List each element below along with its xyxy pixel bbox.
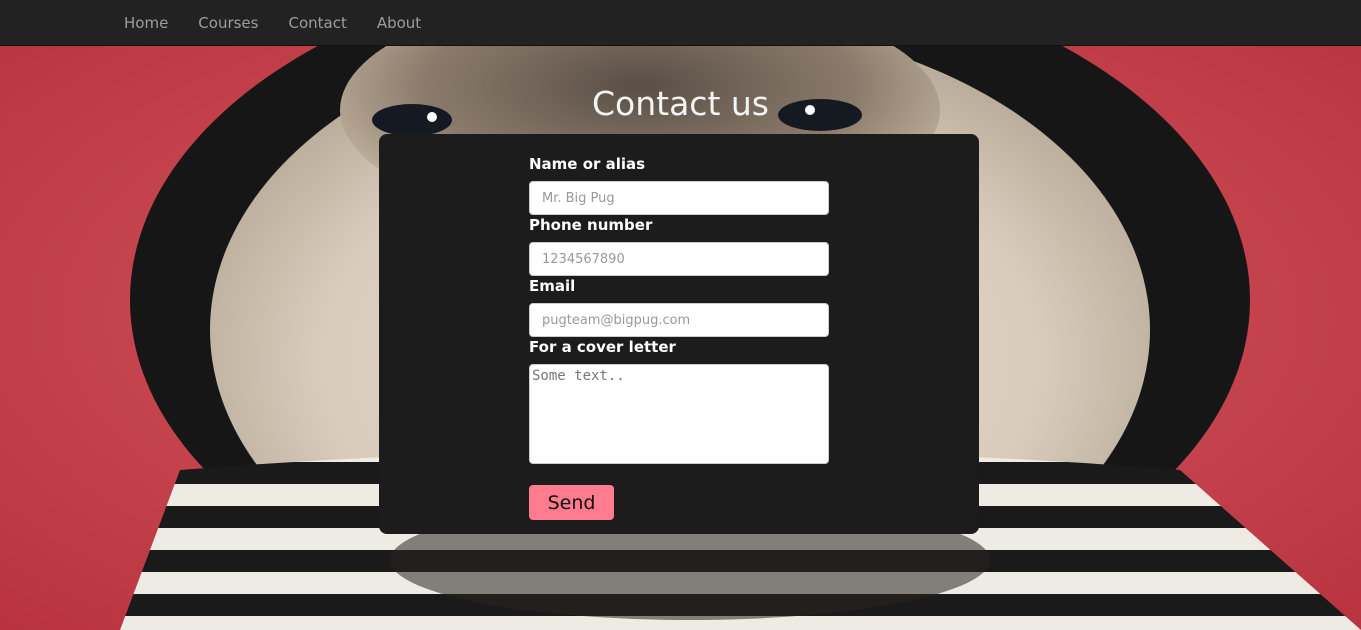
name-label: Name or alias bbox=[529, 155, 646, 173]
email-label: Email bbox=[529, 277, 576, 295]
name-input[interactable] bbox=[529, 181, 829, 215]
nav-item-contact: Contact bbox=[273, 3, 361, 43]
nav-link-courses[interactable]: Courses bbox=[183, 3, 273, 43]
nav-item-courses: Courses bbox=[183, 3, 273, 43]
email-input[interactable] bbox=[529, 303, 829, 337]
nav-link-about[interactable]: About bbox=[362, 3, 436, 43]
phone-label: Phone number bbox=[529, 216, 653, 234]
page-title: Contact us bbox=[592, 84, 769, 123]
nav-menu: Home Courses Contact About bbox=[109, 0, 436, 45]
phone-input[interactable] bbox=[529, 242, 829, 276]
contact-page: Home Courses Contact About Contact us Na… bbox=[0, 0, 1361, 630]
nav-item-home: Home bbox=[109, 3, 183, 43]
cover-letter-label: For a cover letter bbox=[529, 338, 676, 356]
nav-item-about: About bbox=[362, 3, 436, 43]
nav-link-home[interactable]: Home bbox=[109, 3, 183, 43]
send-button[interactable]: Send bbox=[529, 485, 614, 520]
top-navbar: Home Courses Contact About bbox=[0, 0, 1361, 46]
nav-link-contact[interactable]: Contact bbox=[273, 3, 361, 43]
cover-letter-textarea[interactable] bbox=[529, 364, 829, 464]
contact-form: Name or alias Phone number Email For a c… bbox=[379, 134, 979, 534]
